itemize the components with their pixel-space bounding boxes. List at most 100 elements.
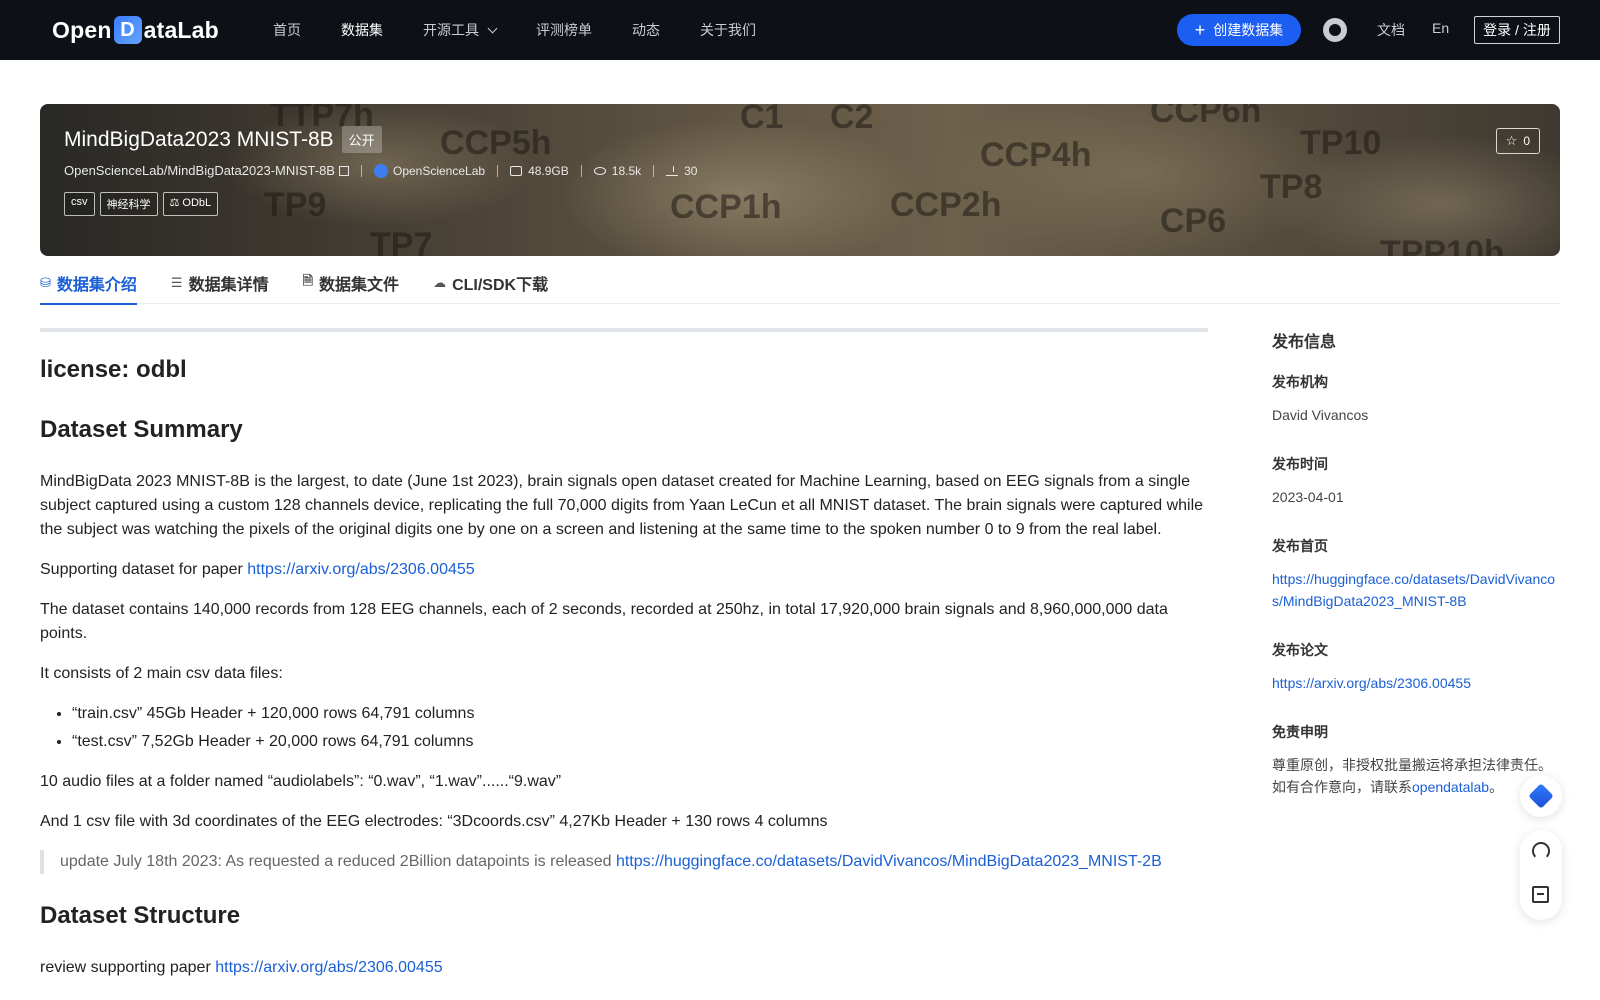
create-dataset-label: 创建数据集 [1213, 22, 1284, 38]
tab-details[interactable]: ☰ 数据集详情 [171, 262, 269, 304]
banner-bg-word: CCP6h [1150, 104, 1262, 130]
dataset-title-row: MindBigData2023 MNIST-8B 公开 [64, 126, 697, 153]
tab-introduction[interactable]: ⛁ 数据集介绍 [40, 262, 137, 305]
tab-cli-sdk-label: CLI/SDK下载 [452, 277, 549, 294]
star-count: 0 [1523, 134, 1530, 148]
tag-field[interactable]: 神经科学 [99, 192, 158, 216]
dataset-meta-row: OpenScienceLab/MindBigData2023-MNIST-8B … [64, 163, 697, 178]
tag-license[interactable]: ⚖ ODbL [162, 192, 219, 216]
dataset-tabs: ⛁ 数据集介绍 ☰ 数据集详情 🗎 数据集文件 ☁ CLI/SDK下载 [40, 262, 1560, 305]
readme-content: license: odbl Dataset Summary MindBigDat… [40, 328, 1208, 996]
banner-bg-word: TPP10h [1380, 234, 1505, 256]
paper-label: 发布论文 [1272, 642, 1328, 658]
publisher-label: 发布机构 [1272, 374, 1328, 390]
chevron-down-icon [487, 23, 498, 33]
floating-tool-group [1520, 830, 1562, 920]
banner-bg-word: C2 [830, 104, 874, 136]
meta-separator [497, 164, 499, 177]
org-name[interactable]: OpenScienceLab [393, 164, 485, 178]
login-register-button[interactable]: 登录 / 注册 [1474, 16, 1560, 44]
headset-icon[interactable] [1532, 842, 1550, 860]
publish-date-value: 2023-04-01 [1272, 489, 1344, 505]
download-count: 30 [684, 163, 698, 178]
public-badge: 公开 [341, 126, 382, 153]
divider [40, 328, 1208, 332]
nav-news[interactable]: 动态 [632, 20, 660, 40]
repo-path: OpenScienceLab/MindBigData2023-MNIST-8B [64, 163, 335, 178]
banner-bg-word: CCP4h [980, 136, 1092, 174]
cloud-download-icon: ☁ [433, 275, 447, 290]
eye-icon [593, 166, 606, 175]
publish-date-label: 发布时间 [1272, 456, 1328, 472]
summary-heading: Dataset Summary [40, 416, 243, 443]
download-icon [666, 165, 679, 176]
main-nav: 首页 数据集 开源工具 评测榜单 动态 关于我们 [273, 0, 796, 60]
audio-paragraph: 10 audio files at a folder named “audiol… [40, 773, 562, 790]
license-heading: license: odbl [40, 356, 187, 383]
nav-home[interactable]: 首页 [273, 20, 301, 40]
plus-icon: + [1194, 20, 1206, 40]
top-navigation-bar: Open D ataLab 首页 数据集 开源工具 评测榜单 动态 关于我们 +… [0, 0, 1600, 60]
storage-icon [510, 165, 523, 176]
org-avatar [373, 163, 388, 178]
coords-paragraph: And 1 csv file with 3d coordinates of th… [40, 813, 828, 830]
dataset-banner: TTP7h CCP5h C1 C2 CCP6h TP10 CCP4h TP8 T… [40, 104, 1560, 256]
nav-open-tools[interactable]: 开源工具 [423, 20, 498, 40]
contact-link[interactable]: opendatalab [1412, 779, 1489, 795]
supporting-text: Supporting dataset for paper [40, 561, 248, 578]
feedback-edit-icon[interactable] [1532, 886, 1549, 903]
tab-files-label: 数据集文件 [319, 277, 400, 294]
mnist-2b-link[interactable]: https://huggingface.co/datasets/DavidViv… [616, 853, 1162, 870]
homepage-value: https://huggingface.co/datasets/DavidViv… [1272, 568, 1562, 612]
logo-text-right: ataLab [143, 16, 219, 43]
assistant-button[interactable] [1520, 775, 1562, 817]
file-list: “train.csv” 45Gb Header + 120,000 rows 6… [72, 702, 1208, 754]
banner-bg-word: CP6 [1160, 202, 1227, 240]
meta-separator [653, 164, 655, 177]
tab-files[interactable]: 🗎 数据集文件 [303, 262, 399, 304]
tag-format[interactable]: csv [64, 192, 95, 216]
opendatalab-logo[interactable]: Open D ataLab [52, 14, 219, 46]
disclaimer-end: 。 [1489, 779, 1504, 795]
review-text: review supporting paper [40, 959, 216, 976]
copy-icon[interactable] [338, 165, 349, 176]
supporting-paper-link[interactable]: https://arxiv.org/abs/2306.00455 [247, 561, 474, 578]
file-icon: 🗎 [302, 273, 314, 288]
meta-separator [580, 164, 582, 177]
diamond-logo-icon [1528, 783, 1554, 809]
dataset-title: MindBigData2023 MNIST-8B [64, 127, 334, 151]
logo-text-left: Open [52, 16, 112, 43]
publish-info-title: 发布信息 [1272, 334, 1337, 351]
update-quote: update July 18th 2023: As requested a re… [40, 850, 1208, 874]
structure-heading: Dataset Structure [40, 902, 241, 929]
paper-value: https://arxiv.org/abs/2306.00455 [1272, 672, 1562, 694]
star-button[interactable]: ☆ 0 [1495, 128, 1540, 154]
homepage-label: 发布首页 [1272, 538, 1328, 554]
docs-link[interactable]: 文档 [1377, 20, 1405, 40]
nav-about[interactable]: 关于我们 [700, 20, 756, 40]
nav-open-tools-label: 开源工具 [423, 22, 479, 38]
create-dataset-button[interactable]: + 创建数据集 [1177, 14, 1301, 46]
consists-paragraph: It consists of 2 main csv data files: [40, 665, 283, 682]
review-paper-link[interactable]: https://arxiv.org/abs/2306.00455 [215, 959, 442, 976]
nav-leaderboard[interactable]: 评测榜单 [536, 20, 592, 40]
tab-details-label: 数据集详情 [188, 277, 269, 294]
banner-bg-word: C1 [740, 104, 784, 136]
publisher-value: David Vivancos [1272, 407, 1369, 423]
records-paragraph: The dataset contains 140,000 records fro… [40, 601, 1168, 642]
banner-bg-word: TP7 [370, 226, 433, 256]
review-paragraph: review supporting paper https://arxiv.or… [40, 956, 1208, 980]
homepage-link[interactable]: https://huggingface.co/datasets/DavidViv… [1272, 571, 1555, 609]
banner-bg-word: TP10 [1300, 124, 1382, 162]
star-icon: ☆ [1505, 133, 1518, 148]
github-icon[interactable] [1323, 18, 1347, 42]
paper-link[interactable]: https://arxiv.org/abs/2306.00455 [1272, 675, 1471, 691]
logo-mark: D [113, 16, 142, 44]
meta-separator [360, 164, 362, 177]
tab-cli-sdk[interactable]: ☁ CLI/SDK下载 [433, 262, 548, 304]
list-icon: ☰ [170, 275, 183, 290]
language-switch[interactable]: En [1432, 20, 1449, 36]
update-text: update July 18th 2023: As requested a re… [60, 853, 616, 870]
summary-paragraph: MindBigData 2023 MNIST-8B is the largest… [40, 473, 1204, 538]
nav-datasets[interactable]: 数据集 [341, 20, 383, 40]
